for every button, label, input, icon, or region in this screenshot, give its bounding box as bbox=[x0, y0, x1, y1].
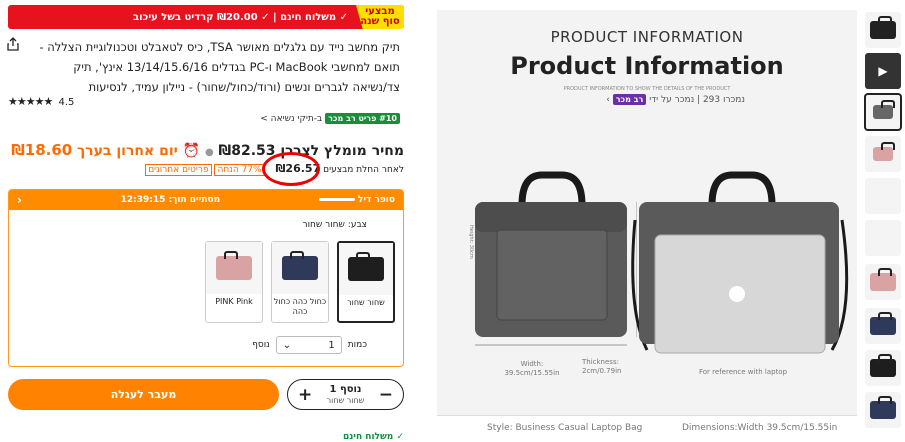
alarm-clock-icon: ⏰ bbox=[182, 143, 201, 159]
quantity-control: כמות ⌄ 1 נוסף bbox=[252, 336, 367, 354]
rating-stars: ★★★★★ bbox=[8, 95, 53, 108]
height-caption: Height: 30cm bbox=[468, 225, 474, 259]
rank-row[interactable]: #10 פריט רב מכר ב-תיקי נשיאה > bbox=[260, 113, 400, 124]
thumbnail-1[interactable] bbox=[865, 12, 901, 48]
rank-category: ב-תיקי נשיאה > bbox=[260, 114, 323, 124]
increase-button[interactable]: + bbox=[298, 385, 312, 405]
info-icon[interactable]: ● bbox=[205, 147, 214, 158]
thumbnail-navy[interactable] bbox=[865, 308, 901, 344]
super-deal-label: סופר דיל bbox=[318, 195, 395, 205]
variant-black[interactable]: שחור שחור bbox=[337, 241, 395, 323]
play-icon: ▶ bbox=[878, 64, 888, 78]
thumbnail-4[interactable] bbox=[865, 136, 901, 172]
discount-badge: 77% הנחה bbox=[214, 164, 265, 176]
free-shipping-text: ✓ משלוח חינם | ✓ ₪20.00 קרדיט בשל עיכוב bbox=[133, 11, 348, 23]
thumbnail-5[interactable] bbox=[865, 178, 901, 214]
promo-banner[interactable]: מבצעי סוף שנה ✓ משלוח חינם | ✓ ₪20.00 קר… bbox=[8, 5, 404, 29]
main-product-image[interactable]: PRODUCT INFORMATION Product Information … bbox=[437, 10, 857, 441]
rank-badge: #10 פריט רב מכר bbox=[325, 113, 400, 124]
after-coupon-label: לאחר החלת מבצעים bbox=[323, 165, 404, 175]
estimate-value: ₪18.60 bbox=[11, 141, 73, 159]
thumbnail-pink[interactable] bbox=[865, 264, 901, 300]
price-row: מחיר מומלץ לצרכן ₪82.53 ● ⏰ יום אחרון בע… bbox=[8, 141, 404, 159]
dimensions-caption: Dimensions:Width 39.5cm/15.55in bbox=[682, 423, 838, 433]
rating[interactable]: ★★★★★ 4.5 bbox=[8, 95, 74, 108]
sold-text: נמכרו 293 | נמכר על ידי bbox=[649, 95, 745, 105]
thumbnail-black[interactable] bbox=[865, 350, 901, 386]
coupon-row: לאחר החלת מבצעים ₪26.57 77% הנחה פריטים … bbox=[8, 162, 404, 176]
chevron-down-icon: ⌄ bbox=[282, 339, 292, 351]
quantity-value: 1 bbox=[328, 339, 335, 351]
quantity-select[interactable]: ⌄ 1 bbox=[275, 336, 342, 354]
image-heading-small: PRODUCT INFORMATION bbox=[550, 28, 744, 46]
deal-header: סופר דיל מסתיים תוך: 12:39:15 ‹ bbox=[9, 190, 403, 210]
thumbnail-6[interactable] bbox=[865, 220, 901, 256]
image-sub-caption: PRODUCT INFORMATION TO SHOW THE DETAILS … bbox=[563, 86, 731, 92]
bag-with-laptop-illustration bbox=[631, 171, 849, 354]
chevron-right-icon: › bbox=[606, 95, 610, 105]
variant-navy[interactable]: כחול כהה כחול כהה bbox=[271, 241, 329, 323]
chevron-left-icon[interactable]: ‹ bbox=[17, 193, 22, 207]
image-bottom-strip: Style: Business Casual Laptop Bag Dimens… bbox=[437, 415, 857, 441]
product-title: תיק מחשב נייד עם גלגלים מאושר TSA, כיס ל… bbox=[39, 40, 400, 94]
thickness-caption: Thickness: 2cm/0.79in bbox=[582, 358, 622, 375]
thumbnail-navy-2[interactable] bbox=[865, 392, 901, 428]
decrease-button[interactable]: − bbox=[379, 385, 393, 405]
last-items-badge: פריטים אחרונים bbox=[145, 164, 212, 176]
recommended-value: ₪82.53 bbox=[218, 143, 276, 159]
cart-quantity-stepper: + 1 נוסף שחור שחור − bbox=[287, 379, 404, 410]
bag-front-illustration bbox=[475, 171, 637, 346]
width-caption: Width: 39.5cm/15.55in bbox=[504, 360, 560, 377]
color-label: צבע: שחור שחור bbox=[302, 220, 367, 230]
thumbnail-video[interactable]: ▶ bbox=[865, 53, 901, 89]
added-info: 1 נוסף שחור שחור bbox=[326, 383, 365, 405]
deal-timer: מסתיים תוך: 12:39:15 bbox=[120, 195, 221, 205]
laptop-caption: For reference with laptop bbox=[699, 368, 788, 376]
year-end-sale-badge: מבצעי סוף שנה bbox=[356, 5, 404, 29]
deal-panel: סופר דיל מסתיים תוך: 12:39:15 ‹ צבע: שחו… bbox=[8, 189, 404, 367]
last-day-label: יום אחרון bbox=[116, 143, 178, 159]
best-seller-badge[interactable]: רב מכר bbox=[612, 94, 647, 105]
quantity-more: נוסף bbox=[252, 340, 270, 350]
quantity-label: כמות bbox=[347, 340, 367, 350]
estimate-label: בערך bbox=[77, 143, 112, 159]
style-caption: Style: Business Casual Laptop Bag bbox=[487, 423, 643, 433]
rating-value: 4.5 bbox=[58, 97, 75, 108]
price-highlight-circle bbox=[262, 152, 320, 186]
sold-info: נמכרו 293 | נמכר על ידי רב מכר › bbox=[606, 94, 745, 105]
image-heading-large: Product Information bbox=[510, 52, 784, 80]
thumbnail-3[interactable] bbox=[864, 93, 902, 131]
go-to-cart-button[interactable]: מעבר לעגלה bbox=[8, 379, 279, 410]
variant-pink[interactable]: PINK Pink bbox=[205, 241, 263, 323]
